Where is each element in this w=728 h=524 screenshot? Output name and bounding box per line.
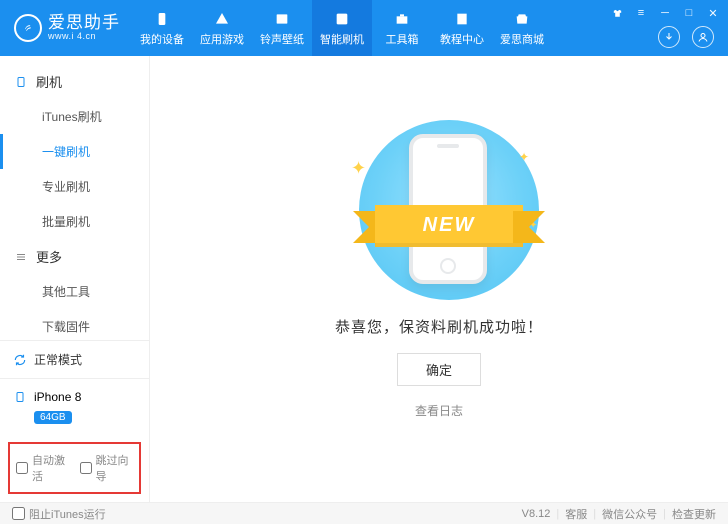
toolbox-icon [393, 10, 411, 28]
nav-tutorials[interactable]: 教程中心 [432, 0, 492, 56]
sidebar-item-other-tools[interactable]: 其他工具 [0, 274, 149, 309]
menu-icon[interactable]: ≡ [634, 6, 648, 20]
sidebar-category-more: 更多 [0, 239, 149, 274]
skip-guide-checkbox[interactable]: 跳过向导 [80, 452, 134, 484]
close-icon[interactable]: ✕ [706, 6, 720, 20]
book-icon [453, 10, 471, 28]
sync-icon [12, 352, 28, 368]
brand-name: 爱思助手 [48, 14, 120, 33]
sidebar-item-download-fw[interactable]: 下载固件 [0, 309, 149, 340]
nav-my-device[interactable]: 我的设备 [132, 0, 192, 56]
nav-apps[interactable]: 应用游戏 [192, 0, 252, 56]
device-mode[interactable]: 正常模式 [0, 340, 149, 378]
maximize-icon[interactable]: □ [682, 6, 696, 20]
confirm-button[interactable]: 确定 [397, 353, 481, 386]
nav-store[interactable]: 爱思商城 [492, 0, 552, 56]
user-icon[interactable] [692, 26, 714, 48]
nav-toolbox[interactable]: 工具箱 [372, 0, 432, 56]
nav-flash[interactable]: 智能刷机 [312, 0, 372, 56]
view-log-link[interactable]: 查看日志 [415, 402, 463, 419]
device-name: iPhone 8 [34, 390, 81, 404]
success-message: 恭喜您，保资料刷机成功啦！ [335, 316, 543, 337]
device-info[interactable]: iPhone 8 64GB [0, 378, 149, 436]
header: 爱思助手 www.i 4.cn 我的设备 应用游戏 铃声壁纸 智能刷机 工具箱 … [0, 0, 728, 56]
new-ribbon: NEW [359, 205, 539, 247]
device-capacity: 64GB [34, 411, 72, 424]
store-icon [513, 10, 531, 28]
device-icon [14, 75, 28, 89]
sidebar-item-pro-flash[interactable]: 专业刷机 [0, 169, 149, 204]
logo-icon [14, 14, 42, 42]
check-update-link[interactable]: 检查更新 [672, 506, 716, 522]
support-link[interactable]: 客服 [565, 506, 587, 522]
sidebar: 刷机 iTunes刷机 一键刷机 专业刷机 批量刷机 更多 其他工具 下载固件 … [0, 56, 150, 502]
download-icon[interactable] [658, 26, 680, 48]
more-icon [14, 250, 28, 264]
image-icon [273, 10, 291, 28]
flash-options-highlight: 自动激活 跳过向导 [8, 442, 141, 494]
brand-url: www.i 4.cn [48, 32, 120, 42]
version-label: V8.12 [522, 508, 551, 520]
nav-ringtones[interactable]: 铃声壁纸 [252, 0, 312, 56]
star-icon: ✦ [351, 158, 366, 179]
user-controls [658, 26, 714, 48]
skin-icon[interactable] [610, 6, 624, 20]
sidebar-category-flash: 刷机 [0, 64, 149, 99]
star-icon: ✦ [519, 150, 529, 164]
minimize-icon[interactable]: ─ [658, 6, 672, 20]
logo: 爱思助手 www.i 4.cn [0, 14, 132, 43]
wechat-link[interactable]: 微信公众号 [602, 506, 657, 522]
phone-icon [153, 10, 171, 28]
sidebar-item-batch-flash[interactable]: 批量刷机 [0, 204, 149, 239]
window-controls: ≡ ─ □ ✕ [610, 6, 720, 20]
flash-icon [333, 10, 351, 28]
success-illustration: ✦ ✦ ✦ NEW [329, 120, 549, 300]
phone-small-icon [12, 389, 28, 405]
main-pane: ✦ ✦ ✦ NEW 恭喜您，保资料刷机成功啦！ 确定 查看日志 [150, 56, 728, 502]
auto-activate-checkbox[interactable]: 自动激活 [16, 452, 70, 484]
sidebar-item-oneclick-flash[interactable]: 一键刷机 [0, 134, 149, 169]
status-bar: 阻止iTunes运行 V8.12 | 客服 | 微信公众号 | 检查更新 [0, 502, 728, 524]
apps-icon [213, 10, 231, 28]
sidebar-item-itunes-flash[interactable]: iTunes刷机 [0, 99, 149, 134]
nav: 我的设备 应用游戏 铃声壁纸 智能刷机 工具箱 教程中心 爱思商城 [132, 0, 552, 56]
block-itunes-checkbox[interactable]: 阻止iTunes运行 [12, 506, 106, 522]
